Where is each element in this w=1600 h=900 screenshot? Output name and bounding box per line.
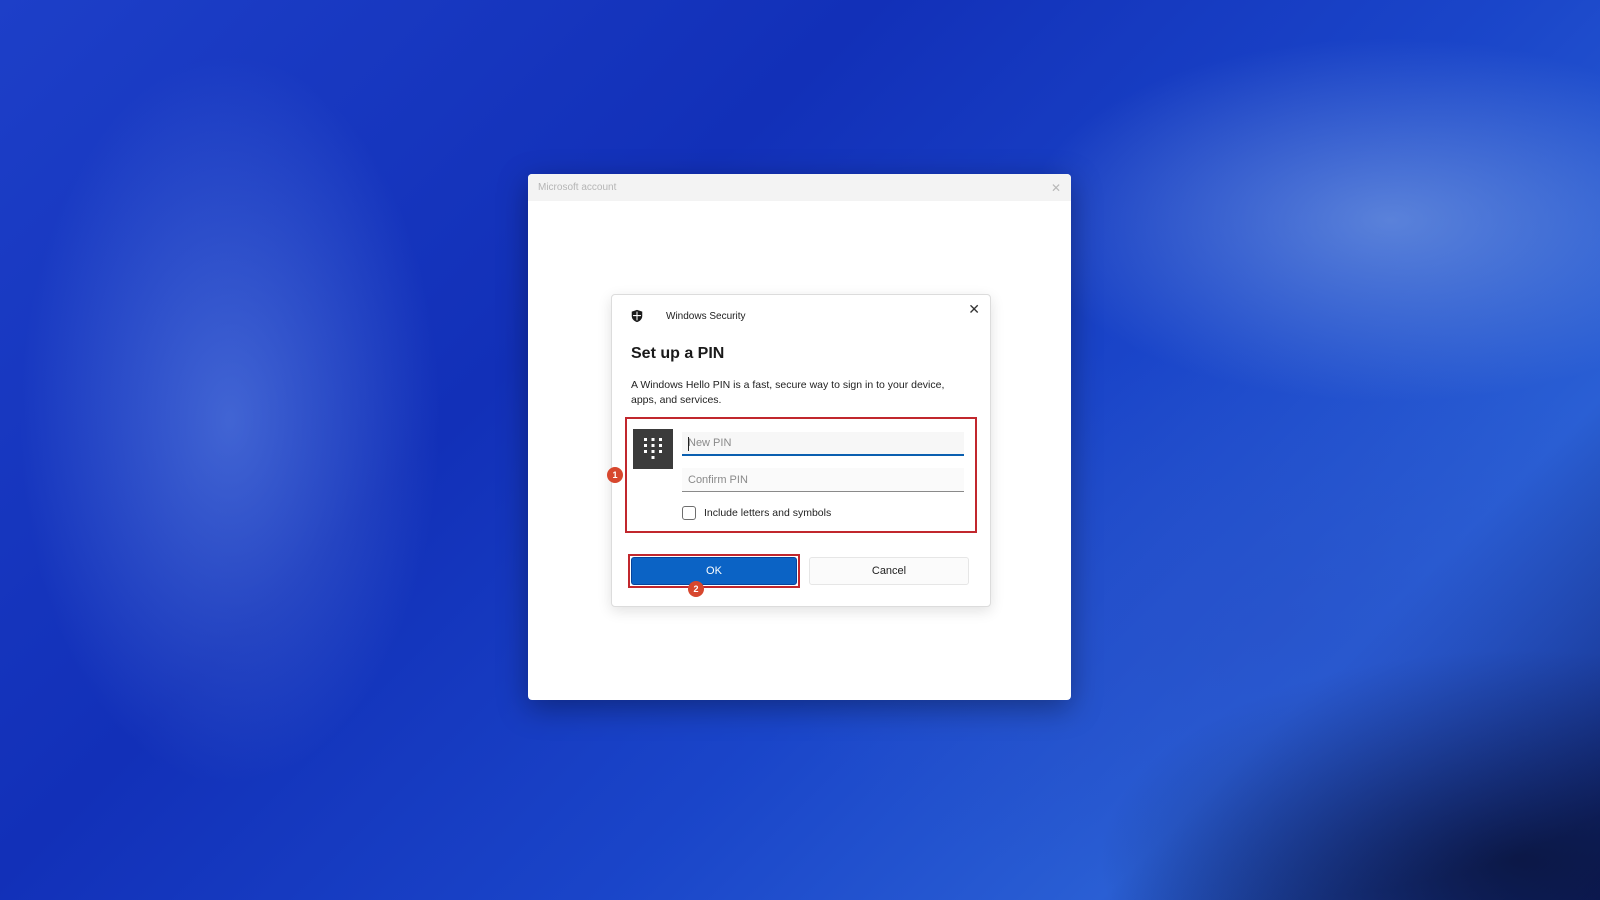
dialog-heading: Set up a PIN bbox=[631, 345, 725, 362]
outer-window-title: Microsoft account bbox=[538, 182, 617, 193]
step-1-badge: 1 bbox=[607, 467, 623, 483]
pin-entry-highlight: Include letters and symbols 1 bbox=[607, 417, 977, 533]
new-pin-input[interactable] bbox=[682, 432, 964, 456]
keypad-icon bbox=[633, 429, 673, 469]
dialog-header: Windows Security bbox=[630, 309, 745, 323]
shield-icon bbox=[631, 309, 643, 323]
include-letters-label[interactable]: Include letters and symbols bbox=[704, 507, 831, 519]
windows-security-dialog: Windows Security ✕ Set up a PIN A Window… bbox=[607, 294, 991, 607]
dialog-app-title: Windows Security bbox=[666, 310, 746, 322]
dialog-description: A Windows Hello PIN is a fast, secure wa… bbox=[631, 379, 945, 406]
outer-titlebar: Microsoft account ✕ bbox=[528, 174, 1071, 201]
include-letters-checkbox[interactable] bbox=[682, 506, 696, 520]
text-cursor bbox=[688, 437, 689, 451]
keypad-dots-icon bbox=[644, 438, 662, 459]
dialog-close-icon[interactable]: ✕ bbox=[968, 301, 980, 318]
include-letters-row[interactable]: Include letters and symbols bbox=[682, 506, 831, 520]
ok-button[interactable]: OK bbox=[631, 557, 797, 585]
step-2-badge: 2 bbox=[688, 581, 704, 597]
outer-close-icon[interactable]: ✕ bbox=[1051, 181, 1061, 195]
confirm-pin-input[interactable] bbox=[682, 468, 964, 492]
cancel-button[interactable]: Cancel bbox=[809, 557, 969, 585]
